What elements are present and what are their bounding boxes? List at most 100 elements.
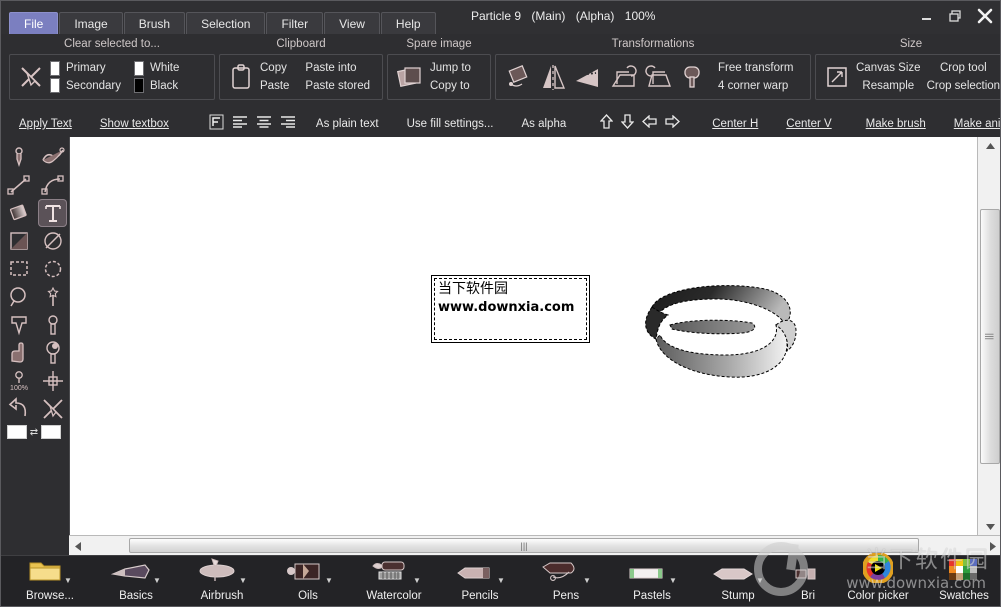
chevron-down-icon[interactable]: ▼ <box>756 576 764 585</box>
no-fill-tool[interactable] <box>38 227 67 255</box>
undo-tool[interactable] <box>4 395 33 423</box>
clear-black-label[interactable]: Black <box>150 79 196 94</box>
center-v-button[interactable]: Center V <box>786 118 831 130</box>
clear-swatch-primary-secondary[interactable] <box>50 61 60 93</box>
as-plain-text-button[interactable]: As plain text <box>316 118 379 130</box>
scroll-right-icon[interactable] <box>984 536 1000 556</box>
nudge-down-icon[interactable] <box>620 114 635 134</box>
resample-label[interactable]: Resample <box>856 79 921 94</box>
align-center-icon[interactable] <box>256 115 272 134</box>
spare-copy-to-label[interactable]: Copy to <box>430 79 482 94</box>
nudge-right-icon[interactable] <box>665 114 681 133</box>
nudge-up-icon[interactable] <box>599 114 614 134</box>
menu-tab-file[interactable]: File <box>9 12 59 34</box>
center-h-button[interactable]: Center H <box>712 118 758 130</box>
four-corner-warp-label[interactable]: 4 corner warp <box>718 79 802 94</box>
make-animated-button[interactable]: Make animated <box>954 118 1000 130</box>
as-alpha-button[interactable]: As alpha <box>521 118 566 130</box>
menu-tab-view[interactable]: View <box>324 12 380 34</box>
clear-swatch-white-black[interactable] <box>134 61 144 93</box>
perspective-icon[interactable] <box>572 62 602 92</box>
clear-tool[interactable] <box>38 395 67 423</box>
clipboard-copy-label[interactable]: Copy <box>260 61 299 76</box>
clear-secondary-label[interactable]: Secondary <box>66 79 128 94</box>
gradient-fill-tool[interactable] <box>4 199 33 227</box>
ellipse-select-tool[interactable] <box>38 255 67 283</box>
scroll-left-icon[interactable] <box>69 536 86 556</box>
spare-image-icon[interactable] <box>396 63 424 91</box>
chevron-down-icon[interactable]: ▼ <box>153 576 161 585</box>
menu-tab-selection[interactable]: Selection <box>186 12 266 34</box>
swatch-primary[interactable] <box>50 61 60 76</box>
scroll-down-icon[interactable] <box>978 518 1000 535</box>
free-transform-label[interactable]: Free transform <box>718 61 802 76</box>
chevron-down-icon[interactable]: ▼ <box>497 576 505 585</box>
shear-right-icon[interactable] <box>644 62 674 92</box>
clipboard-icon[interactable] <box>228 63 254 91</box>
center-target-tool[interactable] <box>38 367 67 395</box>
chevron-down-icon[interactable]: ▼ <box>239 576 247 585</box>
chevron-down-icon[interactable]: ▼ <box>669 576 677 585</box>
gradient-box-tool[interactable] <box>4 227 33 255</box>
horizontal-scrollbar[interactable]: ||| <box>69 535 1000 556</box>
brush-item-pens[interactable]: ▼ Pens <box>533 556 599 602</box>
shear-left-icon[interactable] <box>608 62 638 92</box>
scissors-clear-icon[interactable] <box>18 64 44 90</box>
straight-line-tool[interactable] <box>4 171 33 199</box>
menu-tab-image[interactable]: Image <box>59 12 123 34</box>
stamp-tool[interactable] <box>4 339 33 367</box>
horizontal-scrollbar-thumb[interactable]: ||| <box>129 538 919 553</box>
zoom-100-tool[interactable]: 100% <box>4 367 33 395</box>
brush-item-oils[interactable]: ▼ Oils <box>275 556 341 602</box>
curve-line-tool[interactable] <box>38 171 67 199</box>
apply-text-button[interactable]: Apply Text <box>19 118 72 130</box>
flip-vertical-icon[interactable] <box>540 62 566 92</box>
use-fill-settings-button[interactable]: Use fill settings... <box>407 118 494 130</box>
chevron-down-icon[interactable]: ▼ <box>413 576 421 585</box>
primary-color-swatch[interactable] <box>7 425 27 439</box>
scroll-up-icon[interactable] <box>978 137 1000 154</box>
menu-tab-help[interactable]: Help <box>380 12 436 34</box>
secondary-color-swatch[interactable] <box>41 425 61 439</box>
align-right-icon[interactable] <box>280 115 296 134</box>
clipboard-paste-into-label[interactable]: Paste into <box>305 61 374 76</box>
image-canvas[interactable]: 当下软件园 www.downxia.com <box>69 137 977 535</box>
clone-source-tool[interactable] <box>38 311 67 339</box>
chevron-down-icon[interactable]: ▼ <box>583 576 591 585</box>
brush-item-watercolor[interactable]: ▼ Watercolor <box>361 556 427 602</box>
menu-tab-filter[interactable]: Filter <box>266 12 324 34</box>
close-icon[interactable] <box>976 7 994 25</box>
rectangle-select-tool[interactable] <box>4 255 33 283</box>
canvas-textbox[interactable]: 当下软件园 www.downxia.com <box>431 275 590 343</box>
clipboard-paste-stored-label[interactable]: Paste stored <box>305 79 374 94</box>
brush-item-airbrush[interactable]: ▼ Airbrush <box>189 556 255 602</box>
move-selection-tool[interactable] <box>4 311 33 339</box>
font-icon[interactable] <box>209 114 224 135</box>
brush-item-color-picker[interactable]: Color picker <box>845 551 911 602</box>
chevron-down-icon[interactable]: ▼ <box>325 576 333 585</box>
paint-stroke-tool[interactable] <box>38 143 67 171</box>
swatch-white[interactable] <box>134 61 144 76</box>
distort-icon[interactable] <box>680 62 704 92</box>
gradient-ribbon-selection[interactable] <box>630 277 810 387</box>
canvas-size-icon[interactable] <box>824 64 850 90</box>
swatch-secondary[interactable] <box>50 78 60 93</box>
brush-item-stump[interactable]: ▼ Stump <box>705 556 771 602</box>
brush-item-bristle[interactable]: Bri <box>791 556 825 602</box>
spare-jump-to-label[interactable]: Jump to <box>430 61 482 76</box>
brush-item-pencils[interactable]: ▼ Pencils <box>447 556 513 602</box>
brush-item-swatches[interactable]: Swatches <box>931 556 997 602</box>
clear-white-label[interactable]: White <box>150 61 196 76</box>
align-left-icon[interactable] <box>232 115 248 134</box>
crop-selection-label[interactable]: Crop selection <box>927 79 1000 94</box>
swatch-black[interactable] <box>134 78 144 93</box>
menu-tab-brush[interactable]: Brush <box>123 12 186 34</box>
minimize-icon[interactable] <box>920 9 934 23</box>
brush-item-pastels[interactable]: ▼ Pastels <box>619 556 685 602</box>
restore-icon[interactable] <box>948 9 962 23</box>
rotate-skew-icon[interactable] <box>504 62 534 92</box>
chevron-down-icon[interactable]: ▼ <box>64 576 72 585</box>
swap-colors-icon[interactable]: ⇄ <box>27 427 41 438</box>
crop-tool-label[interactable]: Crop tool <box>927 61 1000 76</box>
paint-bucket-tool[interactable] <box>38 339 67 367</box>
